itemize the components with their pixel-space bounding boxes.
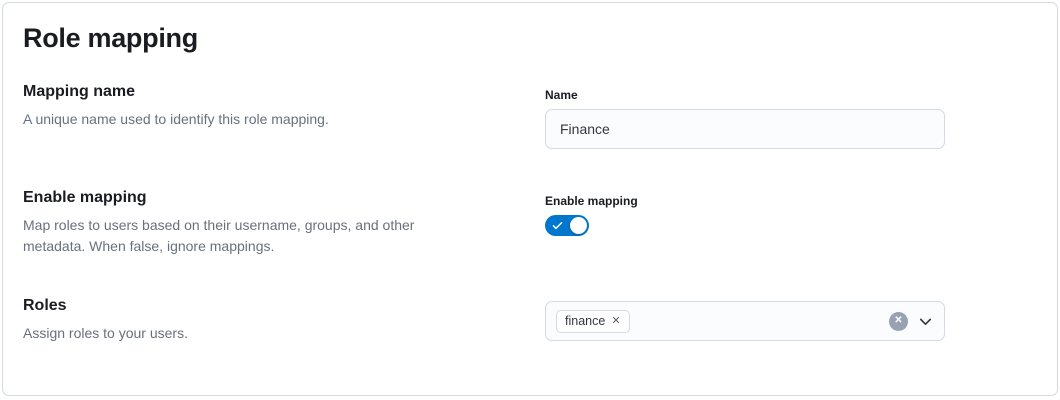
roles-description: Assign roles to your users. (23, 323, 475, 344)
roles-heading: Roles (23, 295, 515, 316)
page-title: Role mapping (23, 21, 1037, 55)
enable-mapping-field-group: Enable mapping (545, 187, 945, 236)
role-mapping-panel: Role mapping Mapping name A unique name … (2, 2, 1058, 396)
role-pill-label: finance (565, 314, 605, 328)
mapping-name-heading: Mapping name (23, 81, 515, 102)
roles-field-group: finance ✕ ✕ (545, 295, 945, 341)
form-row-mapping-name: Mapping name A unique name used to ident… (23, 81, 1037, 149)
form-row-enable-mapping: Enable mapping Map roles to users based … (23, 187, 1037, 257)
mapping-name-field-group: Name (545, 81, 945, 149)
name-input[interactable] (545, 109, 945, 149)
remove-role-icon[interactable]: ✕ (611, 316, 620, 327)
enable-mapping-describe: Enable mapping Map roles to users based … (23, 187, 515, 257)
combobox-toggle-button[interactable] (917, 313, 934, 330)
clear-icon: ✕ (894, 316, 902, 326)
name-field-label: Name (545, 87, 945, 103)
mapping-name-description: A unique name used to identify this role… (23, 109, 475, 130)
clear-selection-button[interactable]: ✕ (889, 312, 908, 331)
enable-mapping-switch-label: Enable mapping (545, 193, 945, 209)
enable-mapping-heading: Enable mapping (23, 187, 515, 208)
form-row-roles: Roles Assign roles to your users. financ… (23, 295, 1037, 344)
switch-knob (570, 217, 587, 234)
mapping-name-describe: Mapping name A unique name used to ident… (23, 81, 515, 130)
roles-combobox[interactable]: finance ✕ ✕ (545, 301, 945, 341)
chevron-down-icon (917, 318, 934, 333)
role-pill-finance: finance ✕ (556, 310, 630, 333)
enable-mapping-description: Map roles to users based on their userna… (23, 215, 475, 257)
roles-describe: Roles Assign roles to your users. (23, 295, 515, 344)
enable-mapping-switch[interactable] (545, 215, 589, 236)
check-icon (551, 219, 564, 232)
